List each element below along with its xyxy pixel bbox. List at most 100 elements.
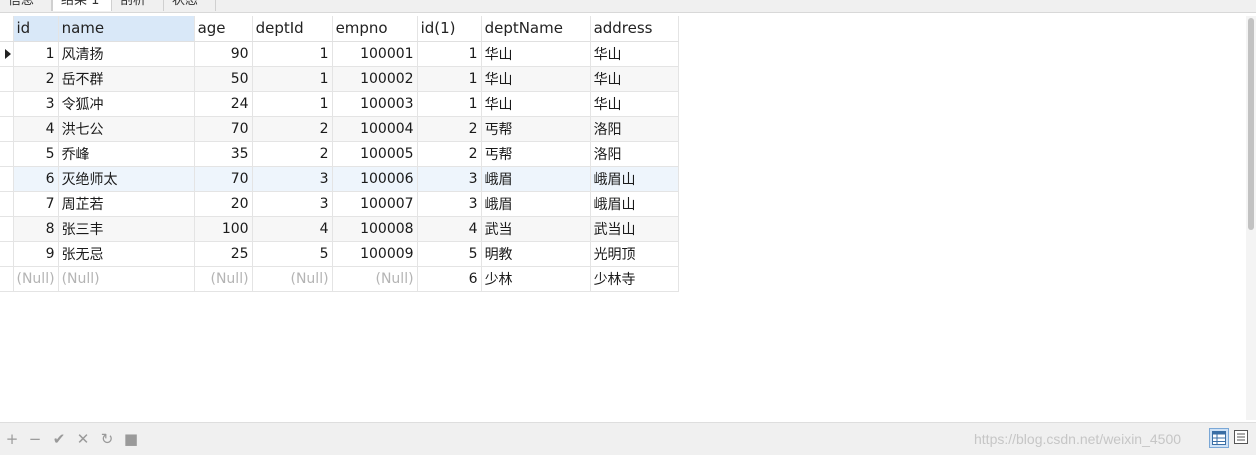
cell-deptid[interactable]: 1 (252, 66, 333, 92)
cell-address[interactable]: 峨眉山 (590, 191, 679, 217)
cell-age[interactable]: 25 (194, 241, 253, 267)
cell-name[interactable]: (Null) (58, 266, 195, 292)
cell-name[interactable]: 令狐冲 (58, 91, 195, 117)
cell-name[interactable]: 岳不群 (58, 66, 195, 92)
cell-address[interactable]: 华山 (590, 66, 679, 92)
tab-profile[interactable]: 剖析 (112, 0, 164, 11)
cell-deptname[interactable]: 明教 (481, 241, 591, 267)
cell-empno[interactable]: 100009 (332, 241, 418, 267)
cell-empno[interactable]: 100005 (332, 141, 418, 167)
cell-id-1[interactable]: 2 (417, 116, 482, 142)
cell-empno[interactable]: 100007 (332, 191, 418, 217)
column-header-name[interactable]: name (58, 16, 195, 42)
row-indicator[interactable] (0, 166, 14, 192)
cell-id[interactable]: 8 (13, 216, 59, 242)
table-row[interactable]: (Null) (Null) (Null) (Null) (Null) 6 少林 … (0, 266, 679, 292)
cell-deptid[interactable]: 5 (252, 241, 333, 267)
cell-address[interactable]: 峨眉山 (590, 166, 679, 192)
cell-empno[interactable]: 100006 (332, 166, 418, 192)
cell-deptid[interactable]: 1 (252, 41, 333, 67)
check-icon[interactable]: ✔ (50, 430, 68, 448)
tab-status[interactable]: 状态 (164, 0, 216, 11)
table-row[interactable]: 4 洪七公 70 2 100004 2 丐帮 洛阳 (0, 116, 679, 142)
cell-deptid[interactable]: 3 (252, 166, 333, 192)
cell-id[interactable]: 7 (13, 191, 59, 217)
minus-icon[interactable]: − (26, 430, 44, 448)
cell-address[interactable]: 光明顶 (590, 241, 679, 267)
cell-address[interactable]: 武当山 (590, 216, 679, 242)
cell-age[interactable]: 50 (194, 66, 253, 92)
table-row[interactable]: 9 张无忌 25 5 100009 5 明教 光明顶 (0, 241, 679, 267)
stop-icon[interactable]: ■ (122, 430, 140, 448)
cell-empno[interactable]: (Null) (332, 266, 418, 292)
table-row[interactable]: 6 灭绝师太 70 3 100006 3 峨眉 峨眉山 (0, 166, 679, 192)
column-header-deptname[interactable]: deptName (481, 16, 591, 42)
cell-id-1[interactable]: 1 (417, 41, 482, 67)
cell-deptid[interactable]: 3 (252, 191, 333, 217)
cell-deptid[interactable]: (Null) (252, 266, 333, 292)
cell-deptname[interactable]: 武当 (481, 216, 591, 242)
cell-empno[interactable]: 100004 (332, 116, 418, 142)
row-indicator[interactable] (0, 241, 14, 267)
column-header-deptid[interactable]: deptId (252, 16, 333, 42)
x-icon[interactable]: ✕ (74, 430, 92, 448)
row-indicator[interactable] (0, 41, 14, 67)
cell-id-1[interactable]: 1 (417, 91, 482, 117)
cell-deptname[interactable]: 少林 (481, 266, 591, 292)
row-indicator[interactable] (0, 191, 14, 217)
cell-id[interactable]: (Null) (13, 266, 59, 292)
cell-empno[interactable]: 100001 (332, 41, 418, 67)
cell-id[interactable]: 4 (13, 116, 59, 142)
cell-empno[interactable]: 100003 (332, 91, 418, 117)
column-header-id[interactable]: id (13, 16, 59, 42)
cell-id-1[interactable]: 1 (417, 66, 482, 92)
cell-address[interactable]: 华山 (590, 41, 679, 67)
cell-deptname[interactable]: 峨眉 (481, 191, 591, 217)
cell-name[interactable]: 风清扬 (58, 41, 195, 67)
row-indicator[interactable] (0, 216, 14, 242)
cell-age[interactable]: (Null) (194, 266, 253, 292)
cell-deptname[interactable]: 华山 (481, 66, 591, 92)
column-header-age[interactable]: age (194, 16, 253, 42)
table-row[interactable]: 3 令狐冲 24 1 100003 1 华山 华山 (0, 91, 679, 117)
cell-id-1[interactable]: 4 (417, 216, 482, 242)
cell-deptname[interactable]: 峨眉 (481, 166, 591, 192)
cell-empno[interactable]: 100002 (332, 66, 418, 92)
cell-id[interactable]: 9 (13, 241, 59, 267)
column-header-empno[interactable]: empno (332, 16, 418, 42)
cell-id[interactable]: 5 (13, 141, 59, 167)
cell-address[interactable]: 洛阳 (590, 116, 679, 142)
tab-info[interactable]: 信息 (0, 0, 52, 11)
table-row[interactable]: 7 周芷若 20 3 100007 3 峨眉 峨眉山 (0, 191, 679, 217)
row-indicator[interactable] (0, 141, 14, 167)
cell-name[interactable]: 张三丰 (58, 216, 195, 242)
cell-age[interactable]: 24 (194, 91, 253, 117)
cell-id-1[interactable]: 2 (417, 141, 482, 167)
row-indicator[interactable] (0, 66, 14, 92)
cell-id[interactable]: 3 (13, 91, 59, 117)
cell-address[interactable]: 洛阳 (590, 141, 679, 167)
cell-id-1[interactable]: 3 (417, 166, 482, 192)
cell-age[interactable]: 90 (194, 41, 253, 67)
row-indicator[interactable] (0, 266, 14, 292)
table-row[interactable]: 1 风清扬 90 1 100001 1 华山 华山 (0, 41, 679, 67)
scrollbar-thumb[interactable] (1248, 18, 1254, 230)
cell-age[interactable]: 35 (194, 141, 253, 167)
cell-id-1[interactable]: 3 (417, 191, 482, 217)
cell-empno[interactable]: 100008 (332, 216, 418, 242)
cell-age[interactable]: 70 (194, 116, 253, 142)
grid-view-button[interactable] (1209, 428, 1229, 448)
cell-age[interactable]: 70 (194, 166, 253, 192)
cell-deptid[interactable]: 2 (252, 141, 333, 167)
cell-id-1[interactable]: 5 (417, 241, 482, 267)
vertical-scrollbar[interactable] (1246, 16, 1256, 420)
refresh-icon[interactable]: ↻ (98, 430, 116, 448)
row-indicator[interactable] (0, 116, 14, 142)
cell-id-1[interactable]: 6 (417, 266, 482, 292)
form-view-button[interactable] (1232, 428, 1252, 448)
row-indicator[interactable] (0, 91, 14, 117)
table-row[interactable]: 5 乔峰 35 2 100005 2 丐帮 洛阳 (0, 141, 679, 167)
cell-address[interactable]: 华山 (590, 91, 679, 117)
cell-id[interactable]: 1 (13, 41, 59, 67)
cell-deptid[interactable]: 1 (252, 91, 333, 117)
